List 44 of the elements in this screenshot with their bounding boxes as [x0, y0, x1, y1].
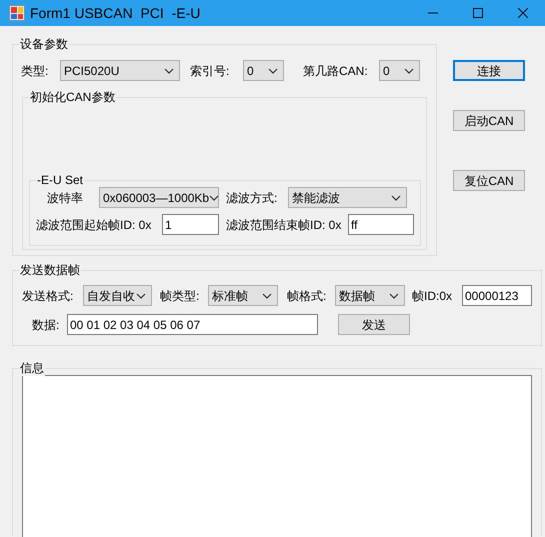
dropdown[interactable]: 数据帧	[335, 285, 405, 306]
chevron-down-icon	[404, 68, 414, 74]
dropdown[interactable]: 标准帧	[208, 285, 278, 306]
chevron-down-icon	[262, 292, 272, 298]
chevron-down-icon	[164, 68, 174, 74]
chevron-down-icon	[209, 194, 220, 200]
group-title: 设备参数	[19, 36, 69, 52]
dropdown[interactable]: 0	[379, 60, 420, 81]
field-label: 滤波范围起始帧ID: 0x	[36, 216, 152, 234]
send-button[interactable]: 发送	[338, 314, 410, 335]
chevron-down-icon	[391, 194, 401, 200]
input-field[interactable]: 00000123	[462, 285, 532, 306]
field-label: 数据:	[32, 316, 60, 334]
group-title: 初始化CAN参数	[29, 89, 116, 105]
field-label: 索引号:	[190, 62, 230, 80]
window-title: Form1 USBCAN PCI -E-U	[30, 4, 200, 22]
dropdown[interactable]: PCI5020U	[60, 60, 180, 81]
input-field[interactable]: 00 01 02 03 04 05 06 07	[67, 314, 318, 335]
button[interactable]: 启动CAN	[453, 110, 525, 131]
input-field[interactable]: ff	[348, 214, 414, 235]
chevron-down-icon	[389, 292, 399, 298]
group-title: 发送数据帧	[19, 262, 81, 278]
button[interactable]: 连接	[453, 60, 525, 81]
field-label: 帧类型:	[160, 288, 200, 304]
maximize-icon	[472, 8, 482, 18]
field-label: 发送格式:	[22, 288, 74, 304]
dropdown[interactable]: 自发自收	[83, 285, 152, 306]
dropdown[interactable]: 0x060003—1000Kb	[99, 187, 219, 208]
chevron-down-icon	[268, 68, 278, 74]
input-field[interactable]: 1	[162, 214, 219, 235]
close-icon	[518, 8, 528, 18]
field-label: 类型:	[21, 62, 50, 80]
dropdown[interactable]: 禁能滤波	[288, 187, 407, 208]
field-label: 滤波范围结束帧ID: 0x	[226, 216, 342, 234]
field-label: 帧ID:0x	[412, 288, 454, 304]
field-label: 第几路CAN:	[303, 62, 369, 80]
field-label: 波特率	[47, 190, 84, 206]
dropdown[interactable]: 0	[243, 60, 284, 81]
app-icon	[9, 5, 25, 21]
field-label: 滤波方式:	[226, 190, 278, 206]
field-label: 帧格式:	[287, 288, 328, 304]
chevron-down-icon	[136, 292, 146, 298]
group-title: 信息	[19, 360, 45, 376]
button[interactable]: 复位CAN	[453, 170, 525, 191]
